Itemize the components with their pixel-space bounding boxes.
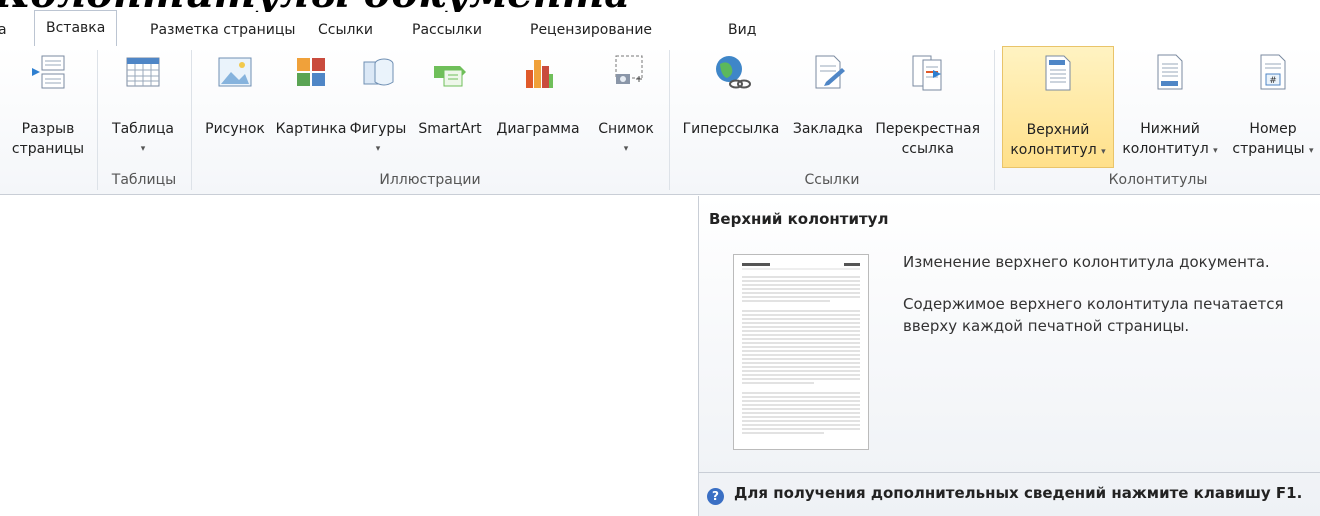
hyperlink-button[interactable]: Гиперссылка (676, 46, 786, 168)
group-label-headers-footers: Колонтитулы (1108, 172, 1208, 188)
cross-reference-label-1: Перекрестная (875, 121, 980, 137)
ribbon-insert: Разрыв страницы Таблица ▾ Рисунок Картин… (0, 46, 1320, 195)
page-number-label-text: страницы (1232, 141, 1305, 157)
table-label: Таблица (112, 121, 174, 137)
clipart-icon (297, 58, 325, 86)
tab-page-layout[interactable]: Разметка страницы (150, 16, 295, 44)
screenshot-button[interactable]: Снимок ▾ (588, 46, 664, 168)
shapes-icon (363, 58, 394, 86)
shapes-button[interactable]: Фигуры ▾ (346, 46, 410, 168)
screenshot-icon (615, 55, 643, 84)
svg-text:#: # (1269, 76, 1277, 86)
header-label-2: колонтитул ▾ (1003, 141, 1113, 162)
header-tooltip: Верхний колонтитул Изменение верхнего ко… (698, 196, 1320, 516)
cross-reference-label-2: ссылка (901, 141, 954, 157)
dropdown-arrow-icon: ▾ (140, 144, 146, 154)
tab-review[interactable]: Рецензирование (530, 16, 652, 44)
picture-icon (218, 57, 252, 87)
tooltip-divider (699, 472, 1320, 473)
hyperlink-label: Гиперссылка (682, 121, 780, 137)
header-label-text: колонтитул (1010, 142, 1097, 158)
chart-button[interactable]: Диаграмма (490, 46, 586, 168)
group-label-links: Ссылки (804, 172, 860, 188)
group-label-tables: Таблицы (111, 172, 177, 188)
page-break-label-2: страницы (11, 141, 85, 157)
page-break-button[interactable]: Разрыв страницы (6, 46, 90, 168)
dropdown-arrow-icon: ▾ (375, 144, 381, 154)
clipart-button[interactable]: Картинка (274, 46, 348, 168)
dropdown-arrow-icon: ▾ (1309, 146, 1314, 156)
picture-button[interactable]: Рисунок (196, 46, 274, 168)
footer-label-1: Нижний (1140, 121, 1200, 137)
tab-insert[interactable]: Вставка (34, 10, 118, 46)
group-separator (994, 50, 995, 190)
tooltip-title: Верхний колонтитул (709, 210, 889, 228)
picture-label: Рисунок (205, 121, 265, 137)
screenshot-label: Снимок (598, 121, 654, 137)
ribbon-tabs: а Вставка Разметка страницы Ссылки Рассы… (0, 10, 1320, 47)
smartart-icon (434, 66, 466, 87)
cross-reference-button[interactable]: Перекрестная ссылка (866, 46, 988, 168)
cross-reference-icon (912, 55, 942, 91)
page-number-button[interactable]: # Номер страницы ▾ (1226, 46, 1320, 168)
page-break-label-1: Разрыв (21, 121, 75, 137)
footer-icon (1157, 54, 1183, 90)
header-button[interactable]: Верхний колонтитул ▾ (1002, 46, 1114, 168)
tooltip-detail-line-2: вверху каждой печатной страницы. (903, 317, 1190, 335)
page-break-icon (32, 55, 65, 89)
dropdown-arrow-icon: ▾ (1213, 146, 1218, 156)
bookmark-label: Закладка (792, 121, 864, 137)
bookmark-button[interactable]: Закладка (786, 46, 870, 168)
dropdown-arrow-icon: ▾ (623, 144, 629, 154)
tab-mailings[interactable]: Рассылки (412, 16, 482, 44)
chart-icon (526, 60, 553, 88)
footer-button[interactable]: Нижний колонтитул ▾ (1114, 46, 1226, 168)
group-label-illustrations: Иллюстрации (379, 172, 481, 188)
tooltip-help-row: ? Для получения дополнительных сведений н… (707, 484, 1302, 505)
tooltip-detail-line-1: Содержимое верхнего колонтитула печатает… (903, 295, 1284, 313)
table-button[interactable]: Таблица ▾ (104, 46, 182, 168)
page-number-label-1: Номер (1249, 121, 1297, 137)
tooltip-help-text: Для получения дополнительных сведений на… (734, 484, 1303, 502)
tooltip-description: Изменение верхнего колонтитула документа… (903, 253, 1270, 271)
document-preview-image (742, 263, 860, 434)
hyperlink-icon (716, 56, 751, 89)
page-number-label-2: страницы ▾ (1226, 140, 1320, 161)
dropdown-arrow-icon: ▾ (1101, 147, 1106, 157)
table-icon (126, 57, 160, 87)
help-icon: ? (707, 488, 724, 505)
header-icon (1045, 55, 1071, 91)
bookmark-icon (815, 55, 845, 89)
tab-references[interactable]: Ссылки (318, 16, 373, 44)
smartart-button[interactable]: SmartArt (410, 46, 490, 168)
page-number-icon: # (1260, 54, 1286, 90)
header-preview-thumbnail (733, 254, 869, 450)
footer-label-text: колонтитул (1122, 141, 1209, 157)
header-label-1: Верхний (1026, 122, 1090, 138)
chart-label: Диаграмма (496, 121, 580, 137)
tab-view[interactable]: Вид (728, 16, 756, 44)
smartart-label: SmartArt (418, 121, 482, 137)
footer-label-2: колонтитул ▾ (1114, 140, 1226, 161)
shapes-label: Фигуры (349, 121, 407, 137)
tab-home-partial[interactable]: а (0, 16, 7, 44)
clipart-label: Картинка (275, 121, 347, 137)
